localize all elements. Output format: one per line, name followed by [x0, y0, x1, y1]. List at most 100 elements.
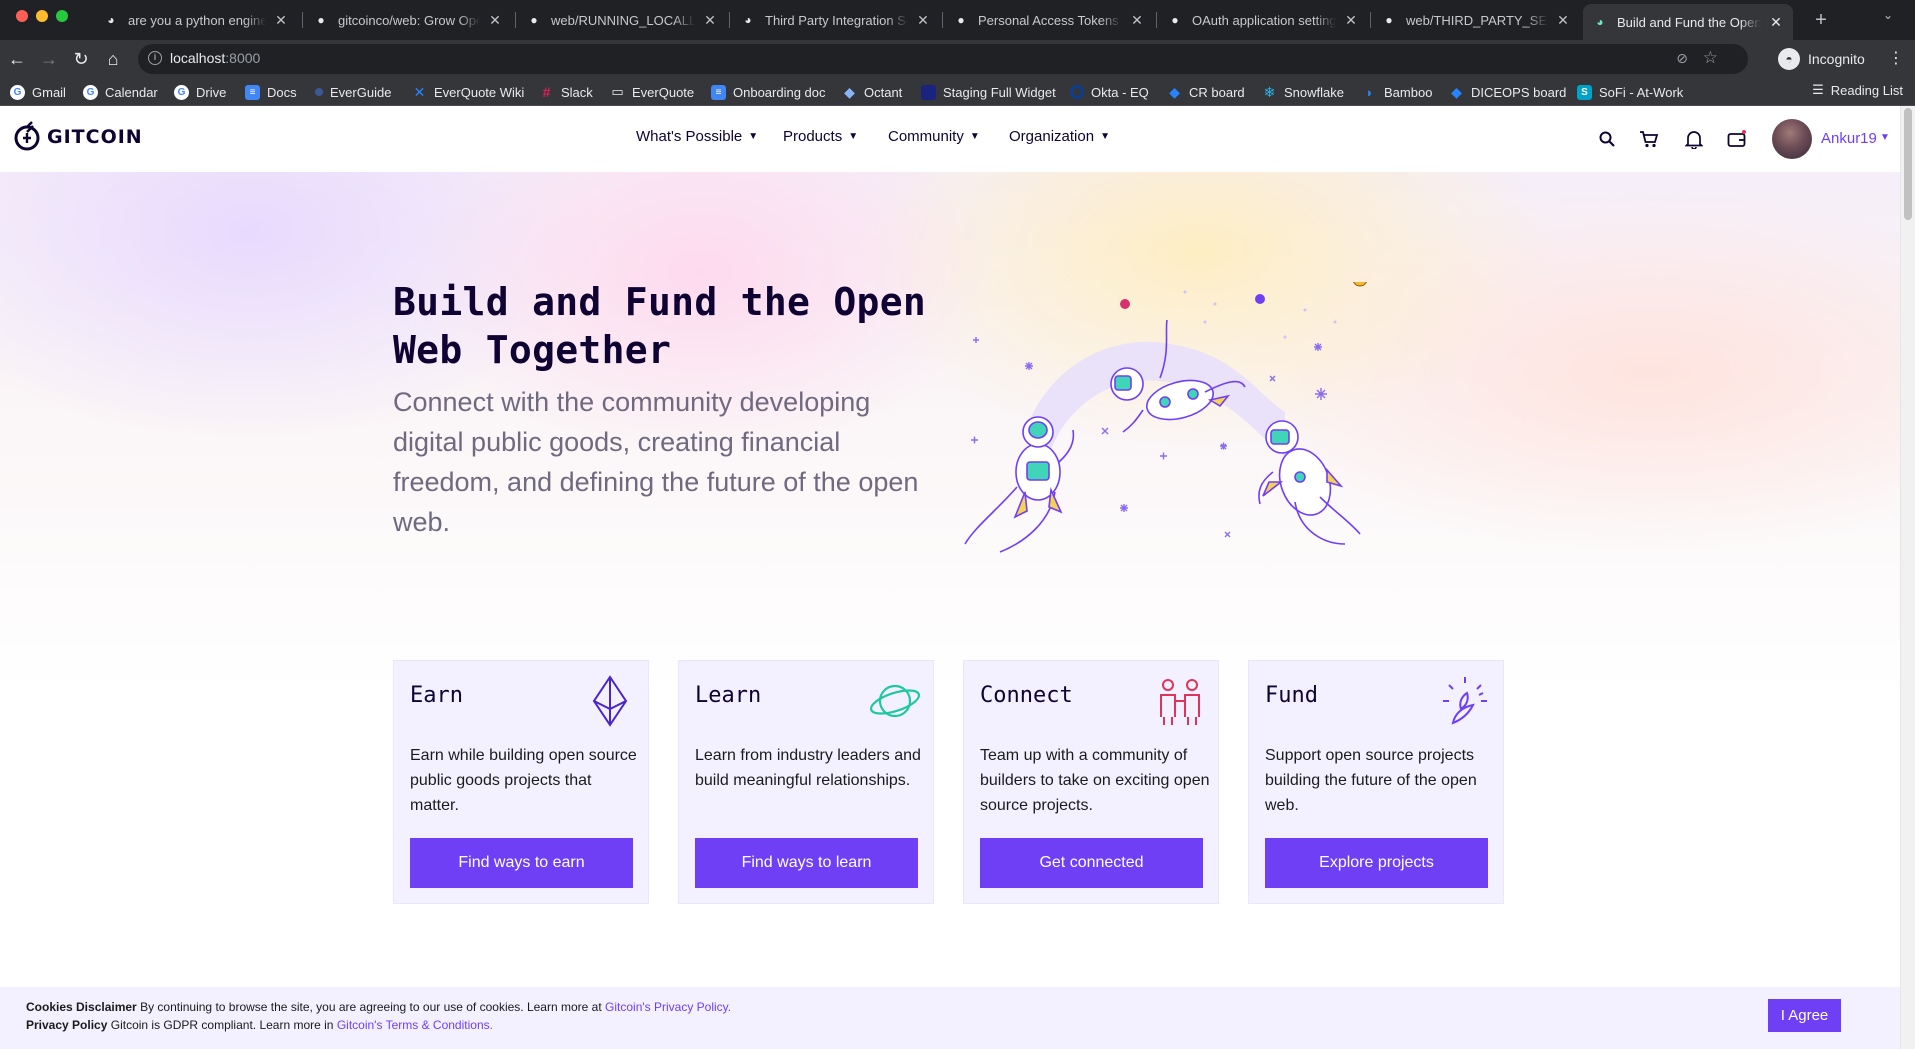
bookmark-label: Okta - EQ: [1091, 84, 1149, 100]
close-icon[interactable]: ✕: [1556, 12, 1570, 29]
chevron-down-icon[interactable]: ▼: [1880, 132, 1890, 143]
bookmark-cr-board[interactable]: ◆ CR board: [1167, 82, 1245, 102]
card-description: Earn while building open source public g…: [410, 747, 637, 814]
bookmark-snowflake[interactable]: ❄ Snowflake: [1262, 82, 1344, 102]
tab-title: Third Party Integration Se: [765, 12, 908, 28]
browser-tab[interactable]: ● Personal Access Tokens ✕: [944, 6, 1154, 34]
wallet-icon[interactable]: [1726, 128, 1748, 150]
browser-tab[interactable]: ● web/THIRD_PARTY_SETU ✕: [1372, 6, 1580, 34]
bookmark-staging-widget[interactable]: Staging Full Widget: [921, 82, 1056, 102]
card-title: Earn: [410, 683, 463, 708]
find-ways-to-earn-button[interactable]: Find ways to earn: [410, 838, 633, 888]
avatar[interactable]: [1772, 119, 1812, 159]
docs-icon: ≡: [711, 84, 726, 100]
card-connect: Connect Team up with a community of buil…: [963, 660, 1219, 904]
nav-organization[interactable]: Organization ▼: [1009, 128, 1110, 145]
explore-projects-button[interactable]: Explore projects: [1265, 838, 1488, 888]
bookmark-label: EverQuote Wiki: [434, 84, 525, 100]
close-icon[interactable]: ✕: [1769, 14, 1783, 31]
minimize-window-button[interactable]: [36, 10, 48, 22]
bookmark-label: Bamboo: [1384, 84, 1433, 100]
new-tab-button[interactable]: +: [1807, 6, 1835, 34]
github-icon: ●: [530, 13, 538, 27]
browser-menu-icon[interactable]: ⋮: [1888, 48, 1904, 68]
search-icon[interactable]: [1596, 128, 1618, 150]
star-icon: [971, 436, 978, 444]
tab-divider: [1156, 12, 1157, 28]
back-button[interactable]: ←: [5, 47, 29, 71]
card-title: Learn: [695, 683, 762, 708]
home-button[interactable]: ⌂: [101, 47, 125, 71]
i-agree-button[interactable]: I Agree: [1768, 999, 1841, 1032]
tab-search-icon[interactable]: ⌄: [1883, 8, 1893, 22]
bookmark-docs[interactable]: ≡ Docs: [245, 82, 297, 102]
close-icon[interactable]: ✕: [488, 12, 502, 29]
browser-tab[interactable]: ● web/RUNNING_LOCALLY_ ✕: [517, 6, 727, 34]
bell-icon[interactable]: [1683, 128, 1705, 150]
bookmark-drive[interactable]: G Drive: [174, 82, 226, 102]
bookmark-sofi[interactable]: S SoFi - At-Work: [1577, 82, 1683, 102]
bookmark-label: CR board: [1189, 84, 1245, 100]
chevron-down-icon: ▼: [848, 131, 859, 142]
okta-icon: [1070, 85, 1084, 99]
browser-tab[interactable]: ◕ are you a python engineer ✕: [94, 6, 298, 34]
docs-icon: ≡: [245, 84, 260, 100]
hero-title: Build and Fund the Open Web Together: [393, 280, 927, 372]
star-icon: [1120, 504, 1128, 512]
close-icon[interactable]: ✕: [274, 12, 288, 29]
bookmark-everguide[interactable]: EverGuide: [315, 82, 391, 102]
gitcoin-logo[interactable]: GITCOIN: [13, 120, 143, 154]
reload-button[interactable]: ↻: [69, 47, 93, 71]
privacy-policy-link[interactable]: Gitcoin's Privacy Policy.: [605, 1000, 731, 1014]
github-icon: ●: [1171, 13, 1179, 27]
close-icon[interactable]: ✕: [916, 12, 930, 29]
tab-title: Build and Fund the Open W: [1617, 14, 1761, 30]
nav-products[interactable]: Products ▼: [783, 128, 858, 145]
card-fund: Fund Support open source projects buildi…: [1248, 660, 1504, 904]
bookmark-calendar[interactable]: G Calendar: [83, 82, 158, 102]
reading-list-button[interactable]: ☰ Reading List: [1812, 82, 1903, 98]
get-connected-button[interactable]: Get connected: [980, 838, 1203, 888]
nav-community[interactable]: Community ▼: [888, 128, 980, 145]
bookmark-gmail[interactable]: G Gmail: [10, 82, 66, 102]
bookmark-diceops-board[interactable]: ◆ DICEOPS board: [1449, 82, 1566, 102]
cart-icon[interactable]: [1638, 128, 1660, 150]
address-bar[interactable]: i localhost:8000 ⊘ ☆: [138, 44, 1748, 74]
bookmark-everquote-wiki[interactable]: ✕ EverQuote Wiki: [412, 82, 525, 102]
jira-icon: ◆: [1169, 83, 1180, 100]
info-icon[interactable]: i: [148, 51, 162, 65]
tab-divider: [302, 12, 303, 28]
bookmark-star-icon[interactable]: ☆: [1703, 48, 1718, 68]
star-icon: [973, 337, 979, 343]
browser-toolbar: ← → ↻ ⌂ i localhost:8000 ⊘ ☆ ◓ Incognito…: [0, 40, 1915, 78]
terms-conditions-link[interactable]: Gitcoin's Terms & Conditions.: [337, 1018, 493, 1032]
bookmark-label: EverQuote: [632, 84, 695, 100]
browser-tab-active[interactable]: ◕ Build and Fund the Open W ✕: [1583, 4, 1793, 40]
browser-tab[interactable]: ● OAuth application settings ✕: [1158, 6, 1368, 34]
page-scrollbar[interactable]: [1900, 106, 1915, 1049]
find-ways-to-learn-button[interactable]: Find ways to learn: [695, 838, 918, 888]
bookmark-onboarding-doc[interactable]: ≡ Onboarding doc: [711, 82, 826, 102]
close-window-button[interactable]: [16, 10, 28, 22]
incognito-indicator[interactable]: ◓ Incognito: [1778, 45, 1865, 73]
bookmark-slack[interactable]: # Slack: [539, 82, 593, 102]
close-icon[interactable]: ✕: [1344, 12, 1358, 29]
eye-off-icon[interactable]: ⊘: [1676, 50, 1688, 67]
forward-button[interactable]: →: [37, 47, 61, 71]
card-learn: Learn Learn from industry leaders and bu…: [678, 660, 934, 904]
bookmark-everquote[interactable]: ▭ EverQuote: [610, 82, 694, 102]
browser-tab[interactable]: ● gitcoinco/web: Grow Open ✕: [304, 6, 512, 34]
browser-tab[interactable]: ◕ Third Party Integration Se ✕: [731, 6, 940, 34]
user-menu-name[interactable]: Ankur19: [1821, 130, 1877, 147]
close-icon[interactable]: ✕: [703, 12, 717, 29]
star-icon: [1220, 442, 1227, 450]
close-icon[interactable]: ✕: [1130, 12, 1144, 29]
bookmark-bamboo[interactable]: ◗ Bamboo: [1362, 82, 1433, 102]
maximize-window-button[interactable]: [56, 10, 68, 22]
nav-whats-possible[interactable]: What's Possible ▼: [636, 128, 758, 145]
bookmark-okta[interactable]: Okta - EQ: [1070, 82, 1149, 102]
url-text[interactable]: localhost:8000: [170, 50, 260, 66]
scrollbar-thumb[interactable]: [1904, 108, 1912, 220]
bookmark-octant[interactable]: ◆ Octant: [842, 82, 902, 102]
star-icon: [1269, 375, 1276, 382]
